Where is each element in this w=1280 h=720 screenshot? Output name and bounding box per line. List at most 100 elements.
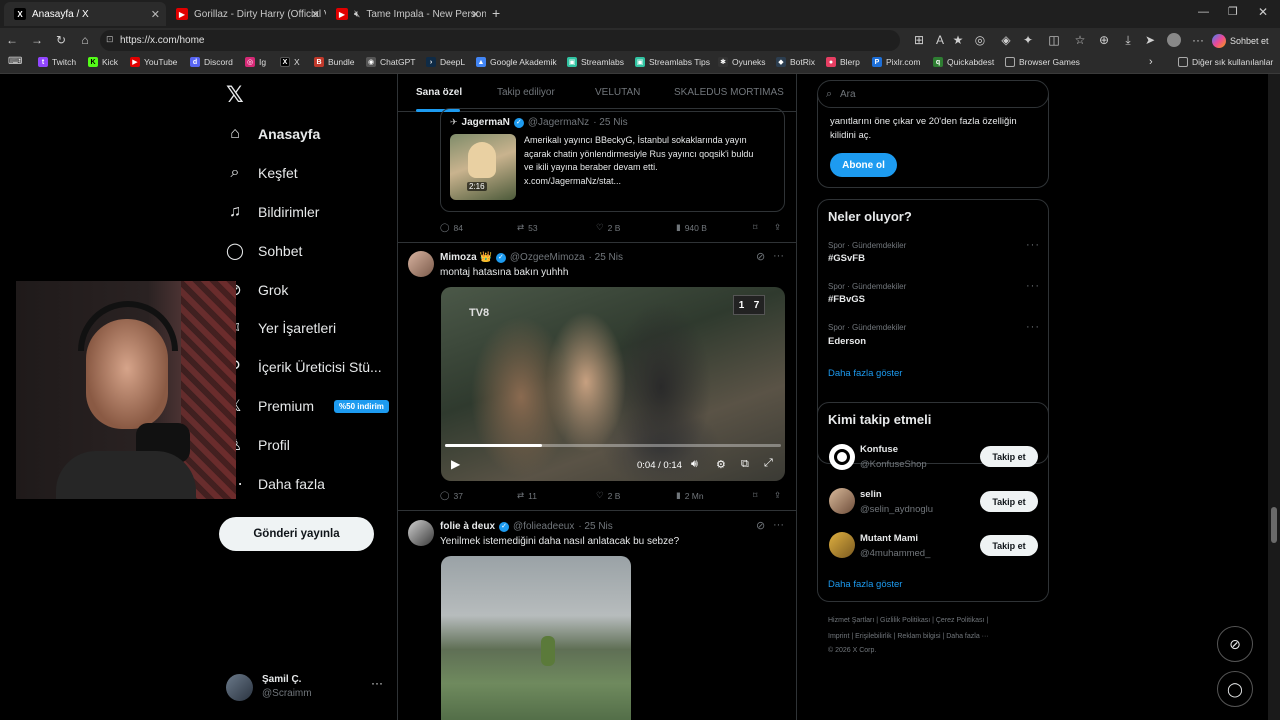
bookmark-browser-games[interactable]: Browser Games [1005, 57, 1080, 67]
pip-icon[interactable]: ⧉ [741, 458, 749, 471]
bookmark-google-akademik[interactable]: ▲ Google Akademik [476, 57, 557, 67]
profile-avatar[interactable] [1167, 33, 1181, 47]
star-icon[interactable]: ★ [950, 33, 966, 47]
bookmark-button[interactable]: ⌑ [753, 490, 757, 501]
nav-creator-studio[interactable]: ⚲İçerik Üreticisi Stü... [226, 352, 382, 382]
follow-button[interactable]: Takip et [980, 446, 1038, 467]
more-icon[interactable]: ··· [1026, 321, 1040, 333]
other-bookmarks[interactable]: Diğer sık kullanılanlar [1178, 57, 1273, 67]
download-icon[interactable]: ⤓ [1120, 33, 1136, 48]
trend-name[interactable]: #FBvGS [828, 294, 865, 305]
share-icon[interactable]: ➤ [1142, 33, 1158, 47]
bookmark-ig[interactable]: ◎ Ig [245, 57, 266, 67]
bookmark-quickabdest[interactable]: q Quickabdest [933, 57, 994, 67]
more-icon[interactable]: ··· [773, 250, 784, 262]
nav-bookmarks[interactable]: ⌑Yer İşaretleri [226, 313, 336, 343]
play-icon[interactable]: ▶ [451, 457, 460, 471]
page-scrollbar[interactable] [1268, 74, 1280, 720]
trend-name[interactable]: Ederson [828, 336, 866, 347]
scrollbar-thumb[interactable] [1271, 507, 1277, 543]
minimize-icon[interactable]: — [1198, 6, 1209, 18]
views-button[interactable]: ▮ 2 Mn [676, 490, 704, 501]
bookmark-discord[interactable]: d Discord [190, 57, 233, 67]
video-progress-track[interactable] [445, 444, 781, 447]
home-browser-icon[interactable]: ⌂ [77, 33, 93, 47]
tab-x-home[interactable]: X Anasayfa / X ✕ [4, 2, 166, 26]
refresh-icon[interactable]: ↻ [53, 33, 69, 47]
read-aloud-icon[interactable]: A [932, 33, 948, 47]
fullscreen-icon[interactable]: ⤢ [764, 457, 773, 470]
bookmark-pixlr[interactable]: P Pixlr.com [872, 57, 920, 67]
bookmark-youtube[interactable]: ▶ YouTube [130, 57, 177, 67]
footer-links[interactable]: Imprint | Erişilebilirlik | Reklam bilgi… [828, 633, 989, 640]
chevron-right-icon[interactable]: › [1149, 56, 1153, 68]
views-button[interactable]: ▮ 940 B [676, 222, 707, 233]
url-input[interactable]: ⊡ https://x.com/home [100, 30, 900, 51]
reply-button[interactable]: ◯ 37 [440, 490, 463, 501]
nav-notifications[interactable]: ♫ Bildirimler [226, 197, 319, 227]
reply-button[interactable]: ◯ 84 [440, 222, 463, 233]
like-button[interactable]: ♡ 2 B [596, 490, 620, 501]
tab-following[interactable]: Takip ediliyor [497, 87, 555, 98]
settings-icon[interactable]: ⚙ [716, 458, 726, 471]
extension-icon[interactable]: ◈ [998, 33, 1014, 47]
bookmark-chatgpt[interactable]: ◉ ChatGPT [366, 57, 415, 67]
repost-button[interactable]: ⇄ 53 [517, 222, 538, 233]
tab-tame-impala[interactable]: ▶ 🔇︎ Tame Impala - New Person, Sa ✕ [326, 2, 486, 26]
tab-for-you[interactable]: Sana özel [416, 87, 462, 98]
nav-premium[interactable]: 𝕏Premium%50 indirim [226, 391, 389, 421]
avatar[interactable] [829, 488, 855, 514]
show-more-follows-link[interactable]: Daha fazla göster [828, 579, 902, 590]
avatar[interactable] [829, 532, 855, 558]
repost-button[interactable]: ⇄ 11 [517, 490, 537, 501]
x-logo-icon[interactable]: 𝕏 [226, 82, 244, 108]
bookmark-blerp[interactable]: ● Blerp [826, 57, 860, 67]
author-handle[interactable]: @folieadeeux [513, 521, 574, 532]
muted-speaker-icon[interactable]: 🔇︎ [354, 9, 360, 20]
window-close-icon[interactable]: ✕ [1258, 5, 1268, 19]
subscribe-button[interactable]: Abone ol [830, 153, 897, 177]
share-button[interactable]: ⇪ [774, 222, 781, 233]
bookmark-botrix[interactable]: ◆ BotRix [776, 57, 815, 67]
volume-icon[interactable]: 🔊︎ [691, 458, 698, 471]
follow-button[interactable]: Takip et [980, 491, 1038, 512]
follow-button[interactable]: Takip et [980, 535, 1038, 556]
suggested-name[interactable]: Konfuse [860, 444, 898, 455]
quoted-post[interactable]: ✈ JagermaN ✓ @JagermaNz · 25 Nis 2:16 Am… [440, 108, 785, 212]
tab-skaledus[interactable]: SKALEDUS MORTIMAS [674, 87, 784, 98]
nav-home[interactable]: ⌂ Anasayfa [226, 119, 320, 149]
avatar[interactable] [408, 251, 434, 277]
footer-links[interactable]: Hizmet Şartları | Gizlilik Politikası | … [828, 617, 988, 624]
copilot-button[interactable]: Sohbet et [1212, 31, 1269, 50]
post-image[interactable] [441, 556, 631, 720]
split-screen-icon[interactable]: ◫ [1046, 33, 1062, 47]
nav-chat[interactable]: ◯ Sohbet [226, 236, 302, 266]
grok-icon[interactable]: ⊘ [756, 250, 765, 263]
bookmark-x[interactable]: XX [280, 57, 300, 67]
extension-icon[interactable]: ◎ [972, 33, 988, 47]
tab-gorillaz[interactable]: ▶ Gorillaz - Dirty Harry (Official Vide … [166, 2, 326, 26]
show-more-trends-link[interactable]: Daha fazla göster [828, 368, 902, 379]
app-icon[interactable]: ⊞ [911, 33, 927, 47]
grok-icon[interactable]: ⊘ [756, 519, 765, 532]
bookmark-streamlabs-tips[interactable]: ▣ Streamlabs Tips [635, 57, 710, 67]
grok-floating-button[interactable]: ⊘ [1217, 626, 1253, 662]
post-button[interactable]: Gönderi yayınla [219, 517, 374, 551]
tab-velutan[interactable]: VELUTAN [595, 87, 640, 98]
more-icon[interactable]: ··· [1190, 33, 1206, 47]
like-button[interactable]: ♡ 2 B [596, 222, 620, 233]
bookmark-bundle[interactable]: B Bundle [314, 57, 354, 67]
bookmark-twitch[interactable]: t Twitch [38, 57, 76, 67]
video-player[interactable]: TV8 1 7 ▶ 0:04 / 0:14 🔊︎ ⚙ ⧉ ⤢ [441, 287, 785, 481]
back-icon[interactable]: ← [4, 33, 20, 47]
avatar[interactable] [408, 520, 434, 546]
favorites-icon[interactable]: ☆ [1072, 33, 1088, 47]
chat-floating-button[interactable]: ◯ [1217, 671, 1253, 707]
suggested-name[interactable]: selin [860, 489, 882, 500]
bookmark-streamlabs[interactable]: ▣ Streamlabs [567, 57, 624, 67]
forward-icon[interactable]: → [29, 33, 45, 47]
bookmark-deepl[interactable]: › DeepL [426, 57, 465, 67]
author-handle[interactable]: @OzgeeMimoza [510, 252, 585, 263]
author-name[interactable]: folie à deux [440, 521, 495, 532]
bookmark-kick[interactable]: K Kick [88, 57, 118, 67]
